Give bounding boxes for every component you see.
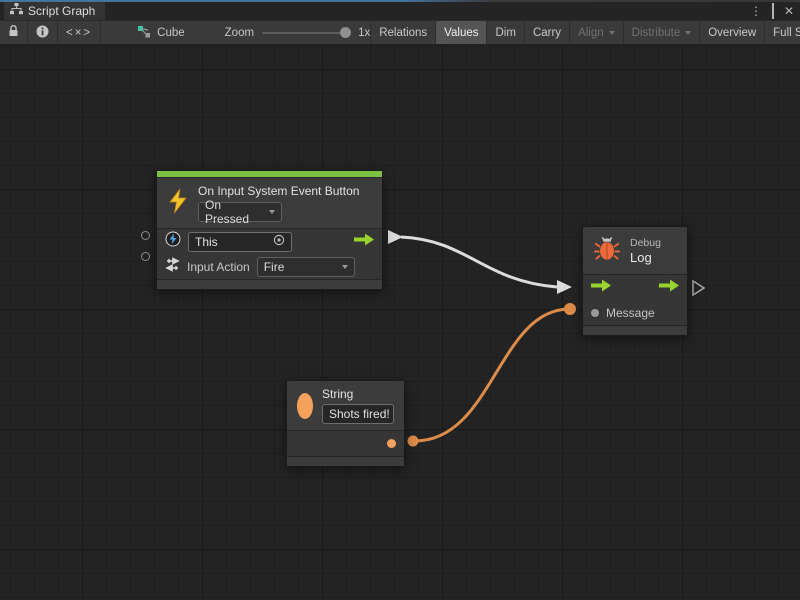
maximize-icon[interactable] (772, 2, 774, 20)
focus-indicator-line (0, 0, 800, 2)
values-button[interactable]: Values (435, 21, 486, 44)
debug-message-row: Message (583, 300, 687, 325)
zoom-slider[interactable] (262, 32, 350, 34)
code-view-toggle-button[interactable]: <×> (58, 21, 101, 44)
script-graph-window: Script Graph ⋮ ✕ <×> Cube Zoom (0, 0, 800, 600)
input-action-dropdown[interactable]: Fire (257, 257, 355, 277)
window-controls: ⋮ ✕ (750, 2, 794, 20)
lock-button[interactable] (0, 21, 28, 44)
breadcrumb-label: Cube (157, 27, 185, 39)
event-node-body: This Input Action (157, 229, 382, 279)
overview-button[interactable]: Overview (699, 21, 764, 44)
align-dropdown-button[interactable]: Align (569, 21, 623, 44)
event-mode-dropdown[interactable]: On Pressed (198, 202, 282, 222)
event-action-row: Input Action Fire (157, 254, 382, 279)
event-this-port[interactable] (141, 231, 150, 240)
flow-output-arrow-icon[interactable] (659, 279, 679, 297)
toolbar-toggles: Relations Values Dim Carry Align Distrib… (370, 21, 800, 44)
event-node-header: On Input System Event Button On Pressed (157, 178, 382, 229)
debug-node-header: Debug Log (583, 227, 687, 275)
string-node-header: String Shots fired! (287, 381, 404, 431)
titlebar: Script Graph ⋮ ✕ (0, 0, 800, 20)
tab-script-graph[interactable]: Script Graph (4, 2, 105, 20)
event-node-footer (157, 279, 382, 289)
zoom-control: Zoom 1x (225, 21, 371, 44)
event-node-accent-bar (157, 171, 382, 178)
value-wire-end-dot (564, 303, 576, 315)
string-output-port[interactable] (387, 439, 396, 448)
debug-node-body: Message (583, 275, 687, 325)
distribute-dropdown-button[interactable]: Distribute (623, 21, 700, 44)
fullscreen-button[interactable]: Full Screen (764, 21, 800, 44)
bug-icon (593, 234, 621, 267)
chevron-down-icon (685, 31, 691, 35)
graph-hierarchy-icon (10, 2, 23, 20)
close-icon[interactable]: ✕ (784, 2, 794, 20)
debug-node-footer (583, 325, 687, 335)
relations-button[interactable]: Relations (370, 21, 435, 44)
message-input-port[interactable] (591, 309, 599, 317)
event-node-title: On Input System Event Button (198, 184, 359, 198)
zoom-label: Zoom (225, 27, 254, 39)
event-action-port[interactable] (141, 252, 150, 261)
string-node-body (287, 431, 404, 456)
string-node[interactable]: String Shots fired! (286, 380, 405, 467)
debug-flow-row (583, 275, 687, 300)
graph-canvas[interactable]: On Input System Event Button On Pressed … (0, 45, 800, 600)
event-node[interactable]: On Input System Event Button On Pressed … (156, 170, 383, 290)
flow-wire (401, 237, 557, 287)
debug-node-category: Debug (630, 237, 661, 249)
input-action-label: Input Action (187, 260, 250, 274)
flow-wire-start-arrow (388, 230, 403, 244)
graph-toolbar: <×> Cube Zoom 1x Relations Values Dim Ca… (0, 20, 800, 45)
debug-node-title: Log (630, 250, 661, 265)
debug-output-flow-port-triangle[interactable] (693, 281, 704, 295)
string-output-row (287, 431, 404, 456)
lock-icon (8, 25, 19, 40)
graph-icon (137, 25, 151, 41)
chevron-down-icon (342, 265, 348, 269)
info-button[interactable] (28, 21, 58, 44)
info-icon (36, 25, 49, 41)
window-menu-icon[interactable]: ⋮ (750, 2, 762, 20)
dim-button[interactable]: Dim (486, 21, 523, 44)
zoom-slider-handle[interactable] (340, 27, 351, 38)
string-node-title: String (322, 387, 394, 401)
flow-wire-end-arrow (557, 280, 572, 294)
this-object-field[interactable]: This (188, 232, 292, 252)
graph-breadcrumb[interactable]: Cube (127, 21, 195, 44)
flow-input-arrow-icon[interactable] (591, 279, 611, 297)
gameobject-icon (165, 231, 181, 252)
value-wire (413, 309, 568, 441)
event-this-row: This (157, 229, 382, 254)
zoom-value: 1x (358, 27, 370, 39)
lightning-bolt-icon (167, 188, 189, 219)
string-type-icon (297, 393, 313, 419)
chevron-down-icon (609, 31, 615, 35)
debug-log-node[interactable]: Debug Log Message (582, 226, 688, 336)
string-value-field[interactable]: Shots fired! (322, 404, 394, 424)
chevron-down-icon (269, 210, 275, 214)
message-label: Message (606, 306, 655, 320)
carry-button[interactable]: Carry (524, 21, 569, 44)
value-wire-start-dot (408, 436, 419, 447)
flow-output-arrow-icon[interactable] (354, 233, 374, 251)
string-node-footer (287, 456, 404, 466)
tab-title: Script Graph (28, 4, 95, 18)
object-picker-icon[interactable] (273, 234, 285, 249)
input-action-icon (165, 257, 180, 277)
